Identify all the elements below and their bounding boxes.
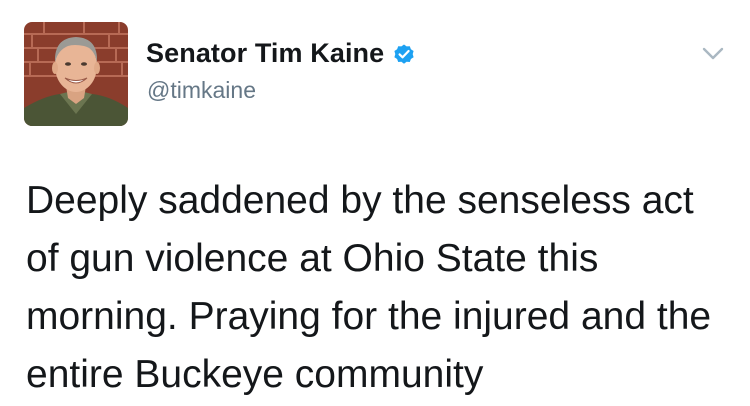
chevron-down-icon[interactable]: [702, 47, 724, 61]
tweet-text: Deeply saddened by the senseless act of …: [26, 179, 712, 396]
verified-badge-icon: [392, 42, 416, 66]
profile-photo: [24, 22, 128, 126]
tweet-card: Senator Tim Kaine @timkaine Deeply sadde…: [0, 0, 750, 406]
author-display-name[interactable]: Senator Tim Kaine: [146, 38, 384, 69]
author-name-row: Senator Tim Kaine: [146, 38, 416, 69]
author-handle[interactable]: @timkaine: [147, 77, 256, 104]
avatar[interactable]: [24, 22, 128, 126]
